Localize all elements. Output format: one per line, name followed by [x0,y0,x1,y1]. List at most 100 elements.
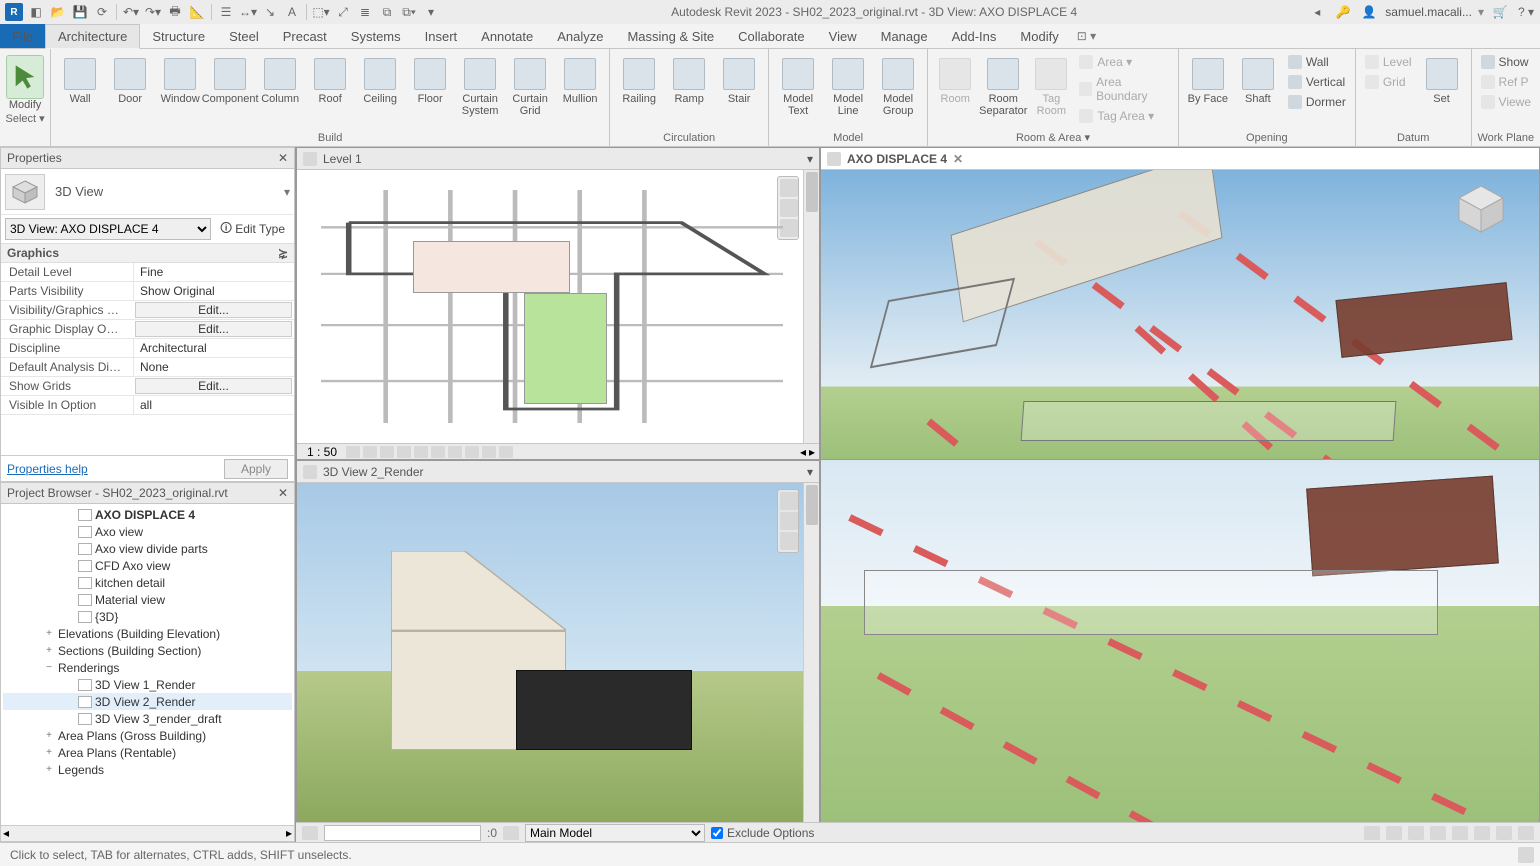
tree-node[interactable]: +Legends [3,761,292,778]
vscroll-level1[interactable] [803,170,819,443]
room-separator-button[interactable]: Room Separator [978,51,1028,129]
close-view-icon[interactable]: ✕ [953,152,963,166]
vscroll-render[interactable] [803,483,819,825]
railing-button[interactable]: Railing [614,51,664,129]
qat-redo-icon[interactable]: ↷▾ [143,2,163,22]
level-button[interactable]: Level [1360,53,1417,71]
prop-row[interactable]: Visible In Optionall [1,396,294,415]
project-browser[interactable]: AXO DISPLACE 4Axo viewAxo view divide pa… [0,504,295,842]
panel-room-area-title[interactable]: Room & Area ▾ [932,130,1174,146]
scale-level1[interactable]: 1 : 50 [301,445,343,459]
modify-button[interactable] [6,55,44,99]
type-dropdown-icon[interactable]: ▾ [284,185,290,199]
viewer-button[interactable]: Viewe [1476,93,1536,111]
roof-button[interactable]: Roof [305,51,355,129]
ws-model-select[interactable]: Main Model [525,824,705,842]
view-tab-axo[interactable]: AXO DISPLACE 4 ✕ [821,148,1539,170]
ws-r7-icon[interactable] [1496,826,1512,840]
qat-close-inactive-icon[interactable]: ⧉ [377,2,397,22]
view-tab-level1[interactable]: Level 1 ▾ [297,148,819,170]
tab-dropdown-icon[interactable]: ▾ [807,465,813,479]
mullion-button[interactable]: Mullion [555,51,605,129]
tab-structure[interactable]: Structure [140,24,217,48]
stair-button[interactable]: Stair [714,51,764,129]
prop-row[interactable]: Show GridsEdit... [1,377,294,396]
user-name[interactable]: samuel.macali... [1385,5,1472,19]
type-selector[interactable]: 3D View: AXO DISPLACE 4 [5,218,211,240]
room-button[interactable]: Room [932,51,978,129]
tab-analyze[interactable]: Analyze [545,24,615,48]
tab-context-icon[interactable]: ⊡ ▾ [1071,24,1102,48]
tree-node[interactable]: +Elevations (Building Elevation) [3,625,292,642]
cart-icon[interactable]: 🛒 [1490,2,1510,22]
area-boundary-button[interactable]: Area Boundary [1074,73,1173,105]
model-group-button[interactable]: Model Group [873,51,923,129]
tree-node[interactable]: −Renderings [3,659,292,676]
tab-steel[interactable]: Steel [217,24,271,48]
view-cube[interactable] [1451,180,1511,240]
ws-r6-icon[interactable] [1474,826,1490,840]
qat-open-icon[interactable]: 📂 [48,2,68,22]
tag-area-button[interactable]: Tag Area ▾ [1074,107,1173,125]
ws-input[interactable] [324,825,481,841]
ws-model-icon[interactable] [503,826,519,840]
search-icon[interactable]: ◂ [1307,2,1327,22]
set-button[interactable]: Set [1417,51,1467,129]
dormer-button[interactable]: Dormer [1283,93,1351,111]
qat-section-icon[interactable]: ⤢ [333,2,353,22]
prop-row[interactable]: DisciplineArchitectural [1,339,294,358]
view-tab-render[interactable]: 3D View 2_Render ▾ [297,461,819,483]
ws-r3-icon[interactable] [1408,826,1424,840]
tab-manage[interactable]: Manage [869,24,940,48]
qat-3d-icon[interactable]: ⬚▾ [311,2,331,22]
prop-row[interactable]: Parts VisibilityShow Original [1,282,294,301]
pb-hscroll[interactable]: ◂▸ [1,825,294,841]
grid-button[interactable]: Grid [1360,73,1417,91]
prop-row[interactable]: Default Analysis Displ...None [1,358,294,377]
view-axo[interactable]: AXO DISPLACE 4 ✕ [820,147,1540,460]
tab-annotate[interactable]: Annotate [469,24,545,48]
ws-r2-icon[interactable] [1386,826,1402,840]
file-menu[interactable]: File [0,24,45,48]
view-axo-lower[interactable]: Perspective ◂▸ [820,460,1540,842]
properties-help-link[interactable]: Properties help [7,462,88,476]
tree-node[interactable]: Axo view [3,523,292,540]
nav-wheel-render[interactable] [777,489,799,553]
view-controls-level1[interactable]: 1 : 50 ◂▸ [297,443,819,459]
ws-r5-icon[interactable] [1452,826,1468,840]
help-icon[interactable]: ? ▾ [1516,2,1536,22]
properties-header[interactable]: Properties ✕ [0,147,295,169]
floor-button[interactable]: Floor [405,51,455,129]
tab-architecture[interactable]: Architecture [45,24,140,49]
qat-save-icon[interactable]: 💾 [70,2,90,22]
edit-type-button[interactable]: 🛈Edit Type [215,216,290,243]
qat-customize-icon[interactable]: ▾ [421,2,441,22]
tab-precast[interactable]: Precast [271,24,339,48]
shaft-button[interactable]: Shaft [1233,51,1283,129]
window-button[interactable]: Window [155,51,205,129]
qat-thinlines-icon[interactable]: ≣ [355,2,375,22]
key-icon[interactable]: 🔑 [1333,2,1353,22]
model-text-button[interactable]: Model Text [773,51,823,129]
tree-node[interactable]: 3D View 1_Render [3,676,292,693]
plan-canvas[interactable] [321,190,783,423]
panel-select-title[interactable]: Select ▾ [5,111,44,127]
column-button[interactable]: Column [255,51,305,129]
tree-node[interactable]: 3D View 3_render_draft [3,710,292,727]
tab-addins[interactable]: Add-Ins [940,24,1009,48]
qat-text-icon[interactable]: A [282,2,302,22]
vertical-opening-button[interactable]: Vertical [1283,73,1351,91]
prop-row[interactable]: Detail LevelFine [1,263,294,282]
ws-r1-icon[interactable] [1364,826,1380,840]
exclude-options-check[interactable]: Exclude Options [711,826,814,840]
qat-print-icon[interactable]: 🖶 [165,2,185,22]
qat-new-icon[interactable]: ◧ [26,2,46,22]
qat-dim-icon[interactable]: ↔▾ [238,2,258,22]
by-face-button[interactable]: By Face [1183,51,1233,129]
tab-view[interactable]: View [817,24,869,48]
ramp-button[interactable]: Ramp [664,51,714,129]
wall-button[interactable]: Wall [55,51,105,129]
tree-node[interactable]: CFD Axo view [3,557,292,574]
view-level1[interactable]: Level 1 ▾ [296,147,820,460]
tree-node[interactable]: Material view [3,591,292,608]
